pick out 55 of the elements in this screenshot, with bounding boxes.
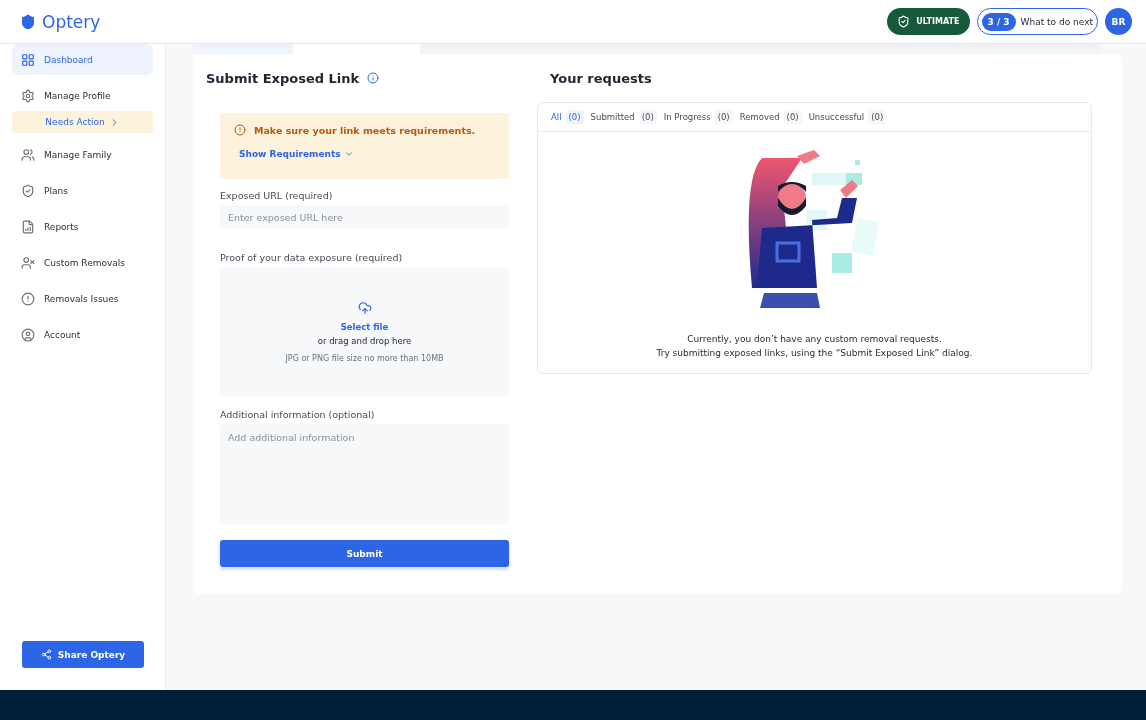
needs-action-link[interactable]: Needs Action (12, 111, 153, 133)
requests-title: Your requests (550, 69, 653, 88)
nav-icon (21, 147, 35, 162)
filter-tab[interactable]: Submitted (0) (590, 110, 657, 124)
field-label: Additional information (optional) (220, 409, 376, 420)
what-to-do-next-button[interactable]: 3 / 3 What to do next (976, 8, 1098, 35)
select-file-link[interactable]: Select file (340, 322, 389, 332)
sidebar-item[interactable]: Account (12, 319, 153, 350)
share-button[interactable]: Share Optery (22, 641, 144, 668)
sidebar-item[interactable]: Dashboard (12, 44, 153, 75)
shield-icon (897, 15, 911, 28)
tab-count: (0) (714, 110, 733, 124)
chevron-down-icon (343, 149, 354, 159)
submit-button[interactable]: Submit (220, 540, 509, 567)
plan-badge: ULTIMATE (887, 8, 970, 35)
tab-count: (0) (783, 110, 802, 124)
brand-name: Optery (42, 11, 101, 32)
filter-tab[interactable]: In Progress (0) (663, 110, 733, 124)
nav-icon (21, 291, 35, 306)
form-title: Submit Exposed Link (206, 70, 360, 86)
progress-pill: 3 / 3 (981, 12, 1016, 31)
nav-icon (21, 88, 35, 103)
filter-tab[interactable]: All (0) (551, 110, 584, 124)
warning-icon (234, 124, 246, 136)
info-icon[interactable] (367, 72, 380, 84)
sidebar-item[interactable]: Manage Family (12, 139, 153, 170)
filter-tab[interactable]: Removed (0) (739, 110, 802, 124)
nav-icon (21, 327, 35, 342)
info-text-area[interactable]: Add additional information (220, 424, 509, 525)
sidebar-item[interactable]: Plans (12, 175, 153, 206)
empty-message: Currently, you don’t have any custom removal requests. Try submitting exposed links, using the “Submit Exposed Link” dialog. (656, 333, 973, 360)
field-label: Exposed URL (required) (220, 190, 334, 201)
warning-text: Make sure your link meets requirements. (254, 124, 476, 136)
drag-drop-text: or drag and drop here (317, 336, 412, 346)
nav-icon (21, 255, 35, 270)
nav-icon (21, 52, 35, 67)
sidebar-item[interactable]: Reports (12, 211, 153, 242)
nav-icon (21, 183, 35, 198)
shield-logo-icon (20, 13, 36, 30)
field-label: Proof of your data exposure (required) (220, 252, 404, 263)
show-requirements-link[interactable]: Show Requirements (234, 149, 495, 159)
filter-tab[interactable]: Unsuccessful (0) (808, 110, 887, 124)
tab-count: (0) (868, 110, 887, 124)
file-hint: JPG or PNG file size no more than 10MB (285, 354, 444, 363)
url-input-field[interactable]: Enter exposed URL here (220, 205, 509, 229)
share-icon (40, 649, 52, 660)
sidebar-item[interactable]: Manage Profile (12, 80, 153, 111)
tab-count: (0) (565, 110, 584, 124)
nav-icon (21, 219, 35, 234)
sidebar-item[interactable]: Custom Removals (12, 247, 153, 278)
tab-count: (0) (638, 110, 657, 124)
file-drop-zone[interactable]: Select file or drag and drop here JPG or PNG file size no more than 10MB (220, 267, 509, 397)
sidebar-item[interactable]: Removals Issues (12, 283, 153, 314)
upload-icon (357, 301, 372, 315)
user-avatar[interactable]: BR (1105, 8, 1132, 35)
